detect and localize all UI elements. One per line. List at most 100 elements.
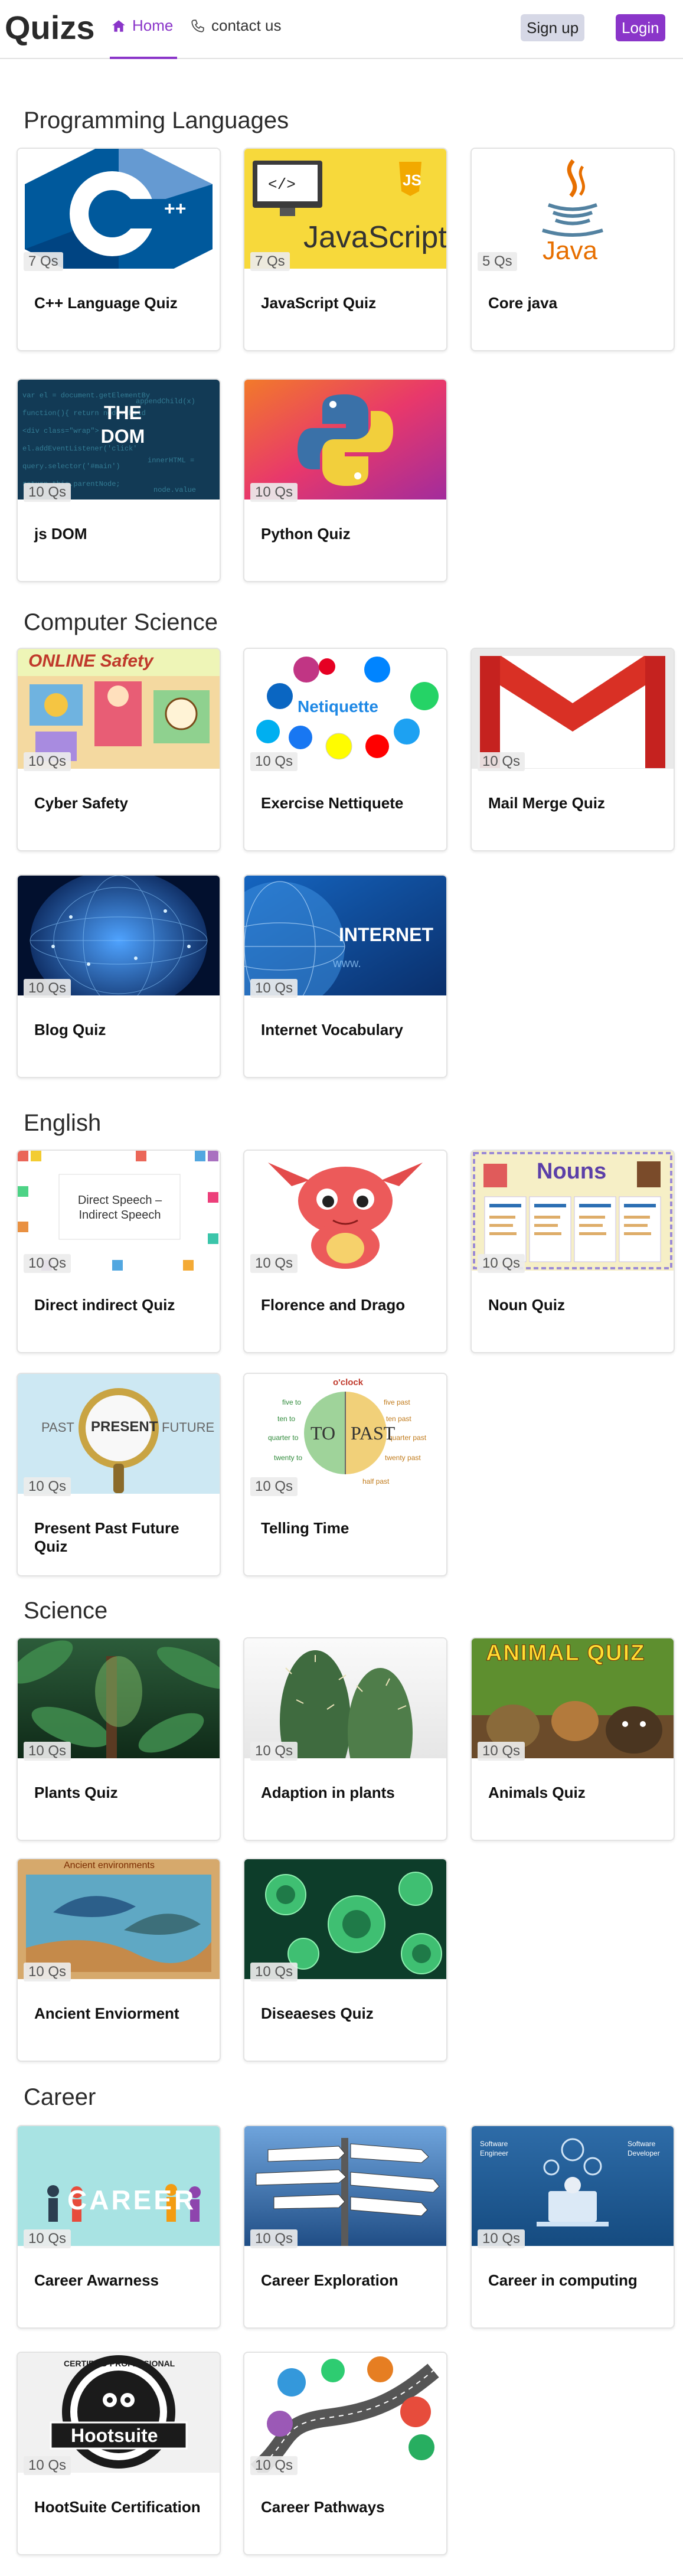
question-count-badge: 10 Qs [250,752,298,771]
svg-text:twenty to: twenty to [274,1454,302,1462]
hootsuite-certified-text: CERTIFIED PROFESSIONAL [64,2359,175,2368]
quiz-card-title: Noun Quiz [488,1296,565,1314]
quiz-card-java[interactable]: Java 5 Qs Core java [470,148,675,351]
clock-past-text: PAST [351,1422,396,1444]
quiz-card-plants[interactable]: 10 Qs Plants Quiz [17,1637,221,1841]
gmail-logo-image [472,649,674,769]
quiz-card-title: Telling Time [261,1519,349,1537]
svg-text:query.selector('#main'): query.selector('#main') [22,462,120,471]
quiz-card-title: Career Pathways [261,2498,385,2516]
quiz-card-telling-time[interactable]: five to ten to quarter to twenty to five p… [243,1373,447,1576]
quiz-card-title: Core java [488,294,558,312]
svg-text:JS: JS [403,171,421,189]
quiz-card-title: Career Awarness [34,2271,159,2289]
svg-text:www.: www. [332,957,361,970]
quiz-card-career-pathways[interactable]: 10 Qs Career Pathways [243,2352,447,2555]
svg-text:Engineer: Engineer [480,2149,508,2157]
quiz-card-career-awareness[interactable]: CAREER 10 Qs Career Awarness [17,2125,221,2329]
question-count-badge: 10 Qs [24,2229,71,2248]
quiz-card-direct-indirect[interactable]: Direct Speech – Indirect Speech 10 Qs Di… [17,1150,221,1353]
section-title-science: Science [24,1598,108,1624]
quiz-card-florence-drago[interactable]: 10 Qs Florence and Drago [243,1150,447,1353]
quiz-card-career-computing[interactable]: Software Engineer Software Developer 10 Qs… [470,2125,675,2329]
quiz-card-title: Career Exploration [261,2271,398,2289]
quiz-card-title: Plants Quiz [34,1784,118,1801]
red-dragon-image [244,1151,446,1271]
section-title-computer-science: Computer Science [24,609,218,635]
quiz-card-animals[interactable]: ANIMAL QUIZ 10 Qs Animals Quiz [470,1637,675,1841]
globe-network-image [18,876,220,995]
quiz-card-blog[interactable]: 10 Qs Blog Quiz [17,874,221,1078]
nav-contact-link[interactable]: contact us [190,17,282,35]
quiz-card-diseases[interactable]: 10 Qs Diseaeses Quiz [243,1858,447,2062]
direct-speech-banner-text: Direct Speech – Indirect Speech [77,1194,162,1222]
cpp-logo-image: ++ [18,149,220,269]
internet-banner-text: INTERNET [339,924,433,945]
cactus-image [244,1638,446,1758]
quiz-card-python[interactable]: 10 Qs Python Quiz [243,378,447,582]
quiz-card-title: Exercise Nettiquete [261,794,404,812]
pathway-road-image [244,2353,446,2473]
quiz-card-present-past-future[interactable]: PAST PRESENT FUTURE 10 Qs Present Past F… [17,1373,221,1576]
quiz-card-js-dom[interactable]: var el = document.getElementBy function(… [17,378,221,582]
question-count-badge: 10 Qs [24,1742,71,1761]
quiz-card-cyber-safety[interactable]: ONLINE Safety 10 Qs Cyber Safety [17,648,221,851]
quiz-card-internet-vocabulary[interactable]: www. INTERNET 10 Qs Internet Vocabulary [243,874,447,1078]
question-count-badge: 10 Qs [250,979,298,998]
quiz-card-title: JavaScript Quiz [261,294,377,312]
dom-code-image: var el = document.getElementBy function(… [18,380,220,499]
svg-text:node.value: node.value [153,486,196,494]
question-count-badge: 10 Qs [250,1742,298,1761]
question-count-badge: 10 Qs [250,1477,298,1496]
quiz-card-title: Direct indirect Quiz [34,1296,175,1314]
quiz-card-noun[interactable]: Nouns 10 Qs Noun Quiz [470,1150,675,1353]
quiz-card-title: Ancient Enviorment [34,2004,179,2022]
quiz-card-title: Internet Vocabulary [261,1021,403,1039]
quiz-card-cpp[interactable]: ++ 7 Qs C++ Language Quiz [17,148,221,351]
svg-text:ten past: ten past [386,1415,411,1423]
clock-to-text: TO [311,1422,336,1444]
quiz-card-adaption-plants[interactable]: 10 Qs Adaption in plants [243,1637,447,1841]
signup-button[interactable]: Sign up [521,14,585,41]
career-banner-text: CAREER [67,2185,197,2215]
quiz-card-ancient-environment[interactable]: Ancient environments 10 Qs Ancient Envio… [17,1858,221,2062]
quiz-card-title: C++ Language Quiz [34,294,178,312]
quiz-card-javascript[interactable]: </> JS JavaScript 7 Qs JavaScript Quiz [243,148,447,351]
dom-banner-text: THE DOM [100,402,145,447]
internet-globe-image: www. INTERNET [244,876,446,995]
hootsuite-banner-text: Hootsuite [71,2425,158,2446]
brand-logo[interactable]: Quizs [5,8,94,47]
question-count-badge: 7 Qs [24,252,63,271]
question-count-badge: 10 Qs [478,2229,525,2248]
section-title-career: Career [24,2084,96,2110]
quiz-card-title: Python Quiz [261,525,351,543]
online-safety-banner-text: ONLINE Safety [28,651,153,671]
quiz-card-title: js DOM [34,525,87,543]
quiz-card-mail-merge[interactable]: 10 Qs Mail Merge Quiz [470,648,675,851]
svg-text:quarter to: quarter to [268,1434,299,1442]
section-title-programming: Programming Languages [24,107,289,133]
quiz-card-career-exploration[interactable]: 10 Qs Career Exploration [243,2125,447,2329]
question-count-badge: 10 Qs [478,752,525,771]
question-count-badge: 10 Qs [24,1254,71,1273]
svg-text:++: ++ [164,198,186,219]
nouns-banner-text: Nouns [537,1159,607,1184]
nav-contact-label: contact us [211,17,282,34]
quiz-card-netiquette[interactable]: Netiquette 10 Qs Exercise Nettiquete [243,648,447,851]
quiz-card-hootsuite[interactable]: Hootsuite CERTIFIED PROFESSIONAL 10 Qs H… [17,2352,221,2555]
question-count-badge: 7 Qs [250,252,290,271]
top-navbar: Quizs Home contact us Sign up Login [0,0,683,59]
java-logo-text: Java [543,236,597,265]
login-button[interactable]: Login [616,14,665,41]
quiz-card-title: HootSuite Certification [34,2498,201,2516]
question-count-badge: 10 Qs [478,1742,525,1761]
software-engineer-image: Software Engineer Software Developer [472,2126,674,2246]
ancient-environments-banner-text: Ancient environments [64,1860,155,1870]
nav-home-link[interactable]: Home [111,17,173,35]
javascript-banner-text: JavaScript [303,220,446,254]
svg-text:var el = document.getElementBy: var el = document.getElementBy [22,391,150,400]
svg-text:five to: five to [282,1398,301,1406]
ancient-environments-image: Ancient environments [18,1859,220,1979]
question-count-badge: 5 Qs [478,252,517,271]
tense-magnifier-image: PAST PRESENT FUTURE [18,1374,220,1494]
